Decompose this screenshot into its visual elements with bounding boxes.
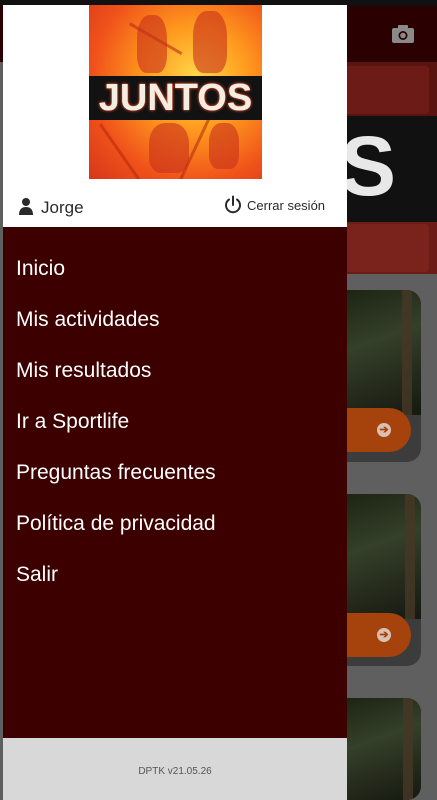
drawer-header: JUNTOS Jorge Cerrar sesión — [3, 5, 347, 227]
menu-item-ir-a-sportlife[interactable]: Ir a Sportlife — [3, 396, 347, 447]
background-card-button[interactable]: ➔ — [347, 613, 411, 657]
menu-item-mis-resultados[interactable]: Mis resultados — [3, 345, 347, 396]
menu-item-politica-de-privacidad[interactable]: Política de privacidad — [3, 498, 347, 549]
user-icon — [19, 198, 33, 215]
power-icon[interactable] — [223, 195, 243, 215]
menu-item-salir[interactable]: Salir — [3, 549, 347, 600]
background-activity-card[interactable] — [347, 698, 421, 800]
drawer-menu: Inicio Mis actividades Mis resultados Ir… — [3, 243, 347, 600]
camera-icon[interactable] — [391, 24, 415, 44]
drawer-footer: DPTK v21.05.26 — [3, 738, 347, 800]
background-banner — [347, 62, 437, 116]
user-name: Jorge — [41, 198, 84, 217]
background-hero-letter: S — [340, 119, 396, 213]
navigation-drawer: JUNTOS Jorge Cerrar sesión Inicio Mis ac… — [3, 5, 347, 800]
background-banner — [347, 222, 437, 274]
user-row: Jorge Cerrar sesión — [3, 191, 347, 223]
background-card-button[interactable]: ➔ — [347, 408, 411, 452]
menu-item-mis-actividades[interactable]: Mis actividades — [3, 294, 347, 345]
arrow-right-circle-icon: ➔ — [377, 628, 391, 642]
logo-title: JUNTOS — [89, 76, 262, 120]
menu-item-inicio[interactable]: Inicio — [3, 243, 347, 294]
logout-button[interactable]: Cerrar sesión — [247, 198, 325, 213]
app-version: DPTK v21.05.26 — [138, 766, 212, 777]
app-logo: JUNTOS — [89, 5, 262, 179]
arrow-right-circle-icon: ➔ — [377, 423, 391, 437]
menu-item-preguntas-frecuentes[interactable]: Preguntas frecuentes — [3, 447, 347, 498]
